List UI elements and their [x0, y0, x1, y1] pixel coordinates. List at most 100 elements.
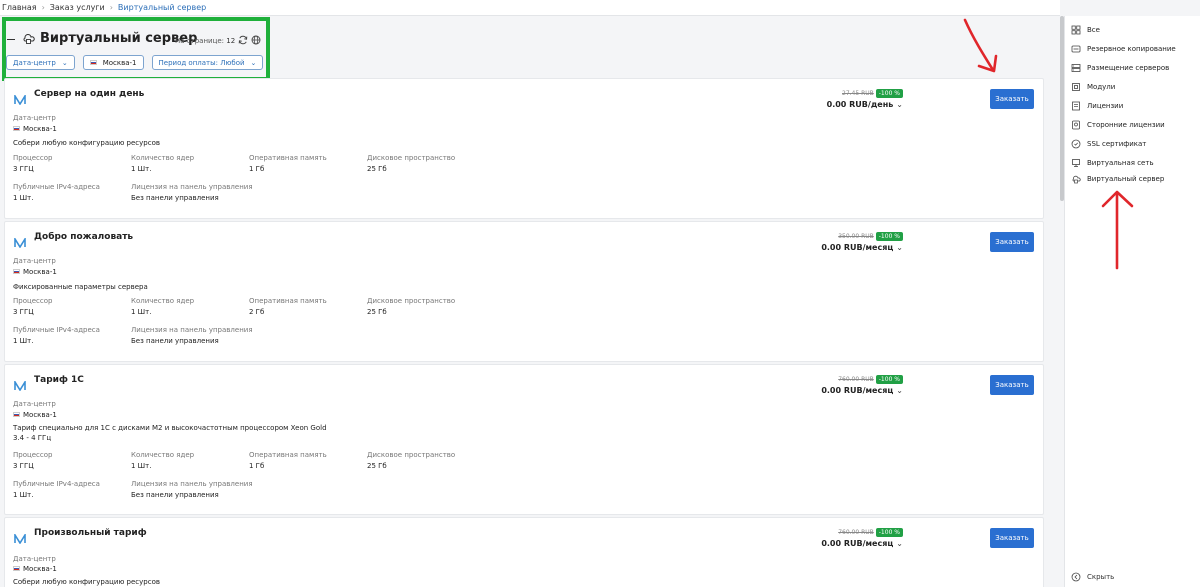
ram-label: Оперативная память	[249, 154, 327, 162]
license-icon	[1072, 101, 1080, 111]
order-button[interactable]: Заказать	[990, 89, 1034, 109]
datacenter-label: Дата-центр	[13, 257, 56, 265]
ram-label: Оперативная память	[249, 297, 327, 305]
new-price: 0.00 RUB/день	[826, 100, 894, 109]
russia-flag-icon	[13, 126, 20, 131]
category-sidebar: Все Резервное копирование Размещение сер…	[1064, 16, 1200, 587]
price-selector[interactable]: 0.00 RUB/месяц ⌄	[821, 386, 903, 395]
collapse-icon	[1071, 572, 1081, 582]
price-block: 760.00 RUB -100 % 0.00 RUB/месяц ⌄	[821, 528, 903, 548]
ram-label: Оперативная память	[249, 451, 327, 459]
new-price: 0.00 RUB/месяц	[821, 539, 894, 548]
license-label: Лицензия на панель управления	[131, 480, 253, 488]
license-value: Без панели управления	[131, 194, 219, 202]
location-text: Москва-1	[23, 125, 57, 133]
tariff-title: Добро пожаловать	[34, 232, 134, 242]
new-price: 0.00 RUB/месяц	[821, 243, 894, 252]
location-text: Москва-1	[23, 411, 57, 419]
grid-icon	[1071, 25, 1081, 35]
tariff-card: Тариф 1С Дата-центр Москва-1 Тариф специ…	[4, 364, 1044, 515]
network-icon	[1072, 159, 1080, 167]
highlight-box	[2, 17, 270, 81]
breadcrumb-home[interactable]: Главная	[2, 3, 37, 12]
price-block: 350.00 RUB -100 % 0.00 RUB/месяц ⌄	[821, 232, 903, 252]
sidebar-item-label: Сторонние лицензии	[1087, 121, 1165, 129]
order-button[interactable]: Заказать	[990, 528, 1034, 548]
datacenter-label: Дата-центр	[13, 555, 56, 563]
sidebar-item-modules[interactable]: Модули	[1071, 81, 1115, 93]
price-selector[interactable]: 0.00 RUB/день ⌄	[827, 100, 903, 109]
sidebar-item-label: Размещение серверов	[1087, 64, 1170, 72]
old-price: 350.00 RUB	[838, 233, 874, 240]
tariff-card: Произвольный тариф Дата-центр Москва-1 С…	[4, 517, 1044, 587]
disk-label: Дисковое пространство	[367, 154, 456, 162]
sidebar-item-virtual-server[interactable]: Виртуальный сервер	[1071, 173, 1164, 185]
tariff-logo-icon	[14, 534, 26, 544]
annotation-arrow-up-icon	[1101, 190, 1134, 270]
tariff-title: Тариф 1С	[34, 375, 84, 385]
cores-value: 1 Шт.	[131, 462, 152, 470]
old-price: 27.45 RUB	[842, 90, 874, 97]
tariff-card: Сервер на один день Дата-центр Москва-1 …	[4, 78, 1044, 219]
price-selector[interactable]: 0.00 RUB/месяц ⌄	[821, 243, 903, 252]
order-button[interactable]: Заказать	[990, 375, 1034, 395]
disk-value: 25 Гб	[367, 462, 387, 470]
tariff-description: Тариф специально для 1С с дисками M2 и в…	[13, 424, 327, 442]
ipv4-label: Публичные IPv4-адреса	[13, 326, 100, 334]
datacenter-label: Дата-центр	[13, 114, 56, 122]
module-icon	[1072, 83, 1080, 91]
cpu-value: 3 ГГЦ	[13, 165, 34, 173]
price-selector[interactable]: 0.00 RUB/месяц ⌄	[821, 539, 903, 548]
ipv4-value: 1 Шт.	[13, 194, 34, 202]
sidebar-item-third-party-licenses[interactable]: Сторонние лицензии	[1071, 119, 1165, 131]
license-label: Лицензия на панель управления	[131, 183, 253, 191]
ipv4-value: 1 Шт.	[13, 337, 34, 345]
price-block: 27.45 RUB -100 % 0.00 RUB/день ⌄	[827, 89, 903, 109]
location-text: Москва-1	[23, 268, 57, 276]
sidebar-item-all[interactable]: Все	[1071, 24, 1100, 36]
ram-value: 2 Гб	[249, 308, 265, 316]
russia-flag-icon	[13, 269, 20, 274]
tariff-card: Добро пожаловать Дата-центр Москва-1 Фик…	[4, 221, 1044, 362]
ram-value: 1 Гб	[249, 462, 265, 470]
price-block: 760.00 RUB -100 % 0.00 RUB/месяц ⌄	[821, 375, 903, 395]
cpu-label: Процессор	[13, 451, 53, 459]
old-price: 760.00 RUB	[838, 529, 874, 536]
cores-label: Количество ядер	[131, 154, 195, 162]
sidebar-item-label: Резервное копирование	[1087, 45, 1176, 53]
hide-sidebar-button[interactable]: Скрыть	[1071, 572, 1114, 582]
ssl-icon	[1071, 139, 1081, 149]
sidebar-item-licenses[interactable]: Лицензии	[1071, 100, 1123, 112]
tariff-logo-icon	[14, 381, 26, 391]
tariff-description: Собери любую конфигурацию ресурсов	[13, 578, 161, 586]
cpu-label: Процессор	[13, 297, 53, 305]
sidebar-item-virtual-network[interactable]: Виртуальная сеть	[1071, 157, 1154, 169]
breadcrumb: Главная › Заказ услуги › Виртуальный сер…	[0, 0, 1060, 16]
tariff-description: Фиксированные параметры сервера	[13, 283, 148, 291]
license-label: Лицензия на панель управления	[131, 326, 253, 334]
breadcrumb-separator: ›	[41, 3, 45, 12]
new-price: 0.00 RUB/месяц	[821, 386, 894, 395]
tariff-description: Собери любую конфигурацию ресурсов	[13, 139, 161, 147]
cpu-value: 3 ГГЦ	[13, 462, 34, 470]
breadcrumb-current: Виртуальный сервер	[117, 3, 207, 12]
license-value: Без панели управления	[131, 337, 219, 345]
ipv4-label: Публичные IPv4-адреса	[13, 480, 100, 488]
discount-badge: -100 %	[875, 89, 903, 98]
discount-badge: -100 %	[875, 528, 903, 537]
tariff-title: Произвольный тариф	[34, 528, 147, 538]
datacenter-value: Москва-1	[13, 565, 57, 573]
sidebar-item-server-hosting[interactable]: Размещение серверов	[1071, 62, 1169, 74]
discount-badge: -100 %	[875, 232, 903, 241]
cloud-server-icon	[1072, 175, 1081, 184]
breadcrumb-order[interactable]: Заказ услуги	[50, 3, 105, 12]
ipv4-value: 1 Шт.	[13, 491, 34, 499]
sidebar-item-ssl[interactable]: SSL сертификат	[1071, 138, 1146, 150]
cores-label: Количество ядер	[131, 451, 195, 459]
tariff-logo-icon	[14, 238, 26, 248]
sidebar-item-backup[interactable]: Резервное копирование	[1071, 43, 1176, 55]
chevron-down-icon: ⌄	[896, 100, 903, 109]
order-button[interactable]: Заказать	[990, 232, 1034, 252]
cores-label: Количество ядер	[131, 297, 195, 305]
sidebar-item-label: Лицензии	[1087, 102, 1124, 110]
